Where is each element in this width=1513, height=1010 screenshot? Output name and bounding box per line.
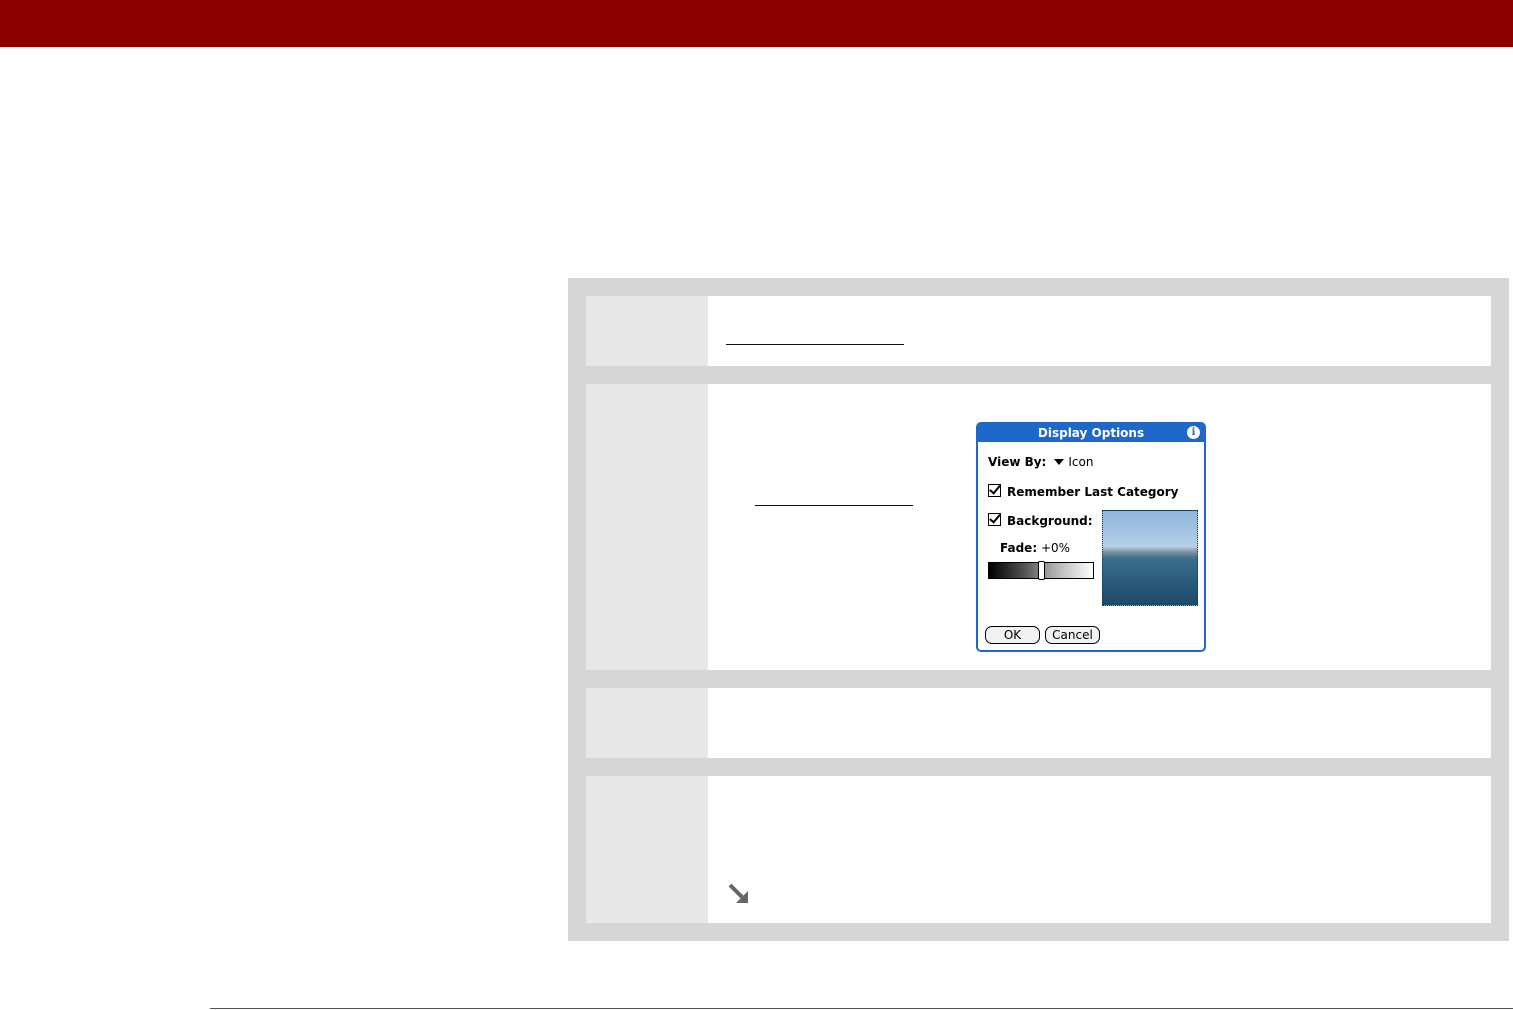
remember-row: Remember Last Category — [988, 484, 1179, 499]
background-checkbox[interactable] — [988, 513, 1001, 526]
step-1-number-cell — [586, 296, 708, 366]
step-3 — [586, 688, 1491, 758]
view-by-row: View By: Icon — [988, 455, 1093, 469]
fade-slider[interactable] — [988, 561, 1094, 580]
step-4 — [586, 776, 1491, 923]
background-row: Background: — [988, 513, 1093, 528]
footer-divider — [210, 1008, 1513, 1009]
background-label: Background: — [1007, 514, 1093, 528]
fade-row: Fade: +0% — [1000, 541, 1070, 555]
cancel-button[interactable]: Cancel — [1045, 626, 1100, 644]
fade-value: +0% — [1040, 541, 1071, 555]
background-image-thumbnail[interactable] — [1102, 510, 1198, 606]
arrow-down-right-icon — [728, 883, 748, 903]
info-icon[interactable]: i — [1187, 426, 1200, 439]
dialog-title: Display Options — [978, 424, 1204, 442]
step-2: Display Options i View By: Icon Remember … — [586, 384, 1491, 670]
step-2-number-cell — [586, 384, 708, 670]
step-1-link[interactable] — [726, 344, 904, 345]
display-options-dialog: Display Options i View By: Icon Remember … — [976, 422, 1206, 652]
remember-checkbox[interactable] — [988, 484, 1001, 497]
step-3-number-cell — [586, 688, 708, 758]
step-1 — [586, 296, 1491, 366]
fade-slider-handle[interactable] — [1038, 561, 1045, 580]
fade-label: Fade: — [1000, 541, 1038, 555]
remember-label: Remember Last Category — [1007, 485, 1179, 499]
step-2-link[interactable] — [755, 505, 913, 506]
dropdown-triangle-icon[interactable] — [1054, 459, 1065, 465]
view-by-label: View By: — [988, 455, 1047, 469]
steps-panel: Display Options i View By: Icon Remember … — [568, 278, 1509, 941]
step-4-number-cell — [586, 776, 708, 923]
ok-button[interactable]: OK — [985, 626, 1040, 644]
view-by-value[interactable]: Icon — [1068, 455, 1093, 469]
header-bar — [0, 0, 1513, 47]
